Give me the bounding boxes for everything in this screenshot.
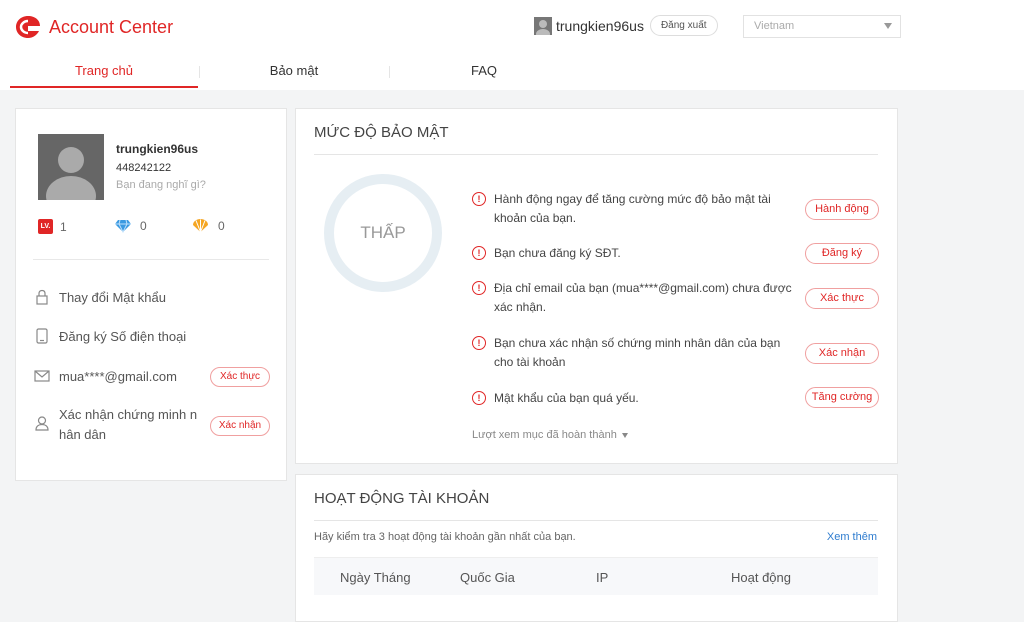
verify-email-action-button[interactable]: Xác thực [805, 288, 879, 309]
tab-trang-chu[interactable]: Trang chủ [10, 56, 198, 88]
activity-panel: HOẠT ĐỘNG TÀI KHOẢN Hãy kiểm tra 3 hoạt … [295, 474, 898, 622]
tab-faq[interactable]: FAQ [390, 56, 578, 88]
menu-register-phone-label: Đăng ký Số điện thoại [59, 328, 187, 344]
menu-change-password[interactable]: Thay đổi Mật khẩu [34, 289, 166, 305]
show-completed-toggle[interactable]: Lượt xem mục đã hoàn thành [472, 429, 628, 441]
security-item-text: Bạn chưa xác nhận số chứng minh nhân dân… [494, 336, 781, 369]
caret-down-icon [621, 432, 628, 438]
id-card-icon [35, 416, 49, 431]
phone-icon [36, 328, 48, 344]
column-header-date: Ngày Tháng [340, 570, 411, 585]
diamond-icon [115, 219, 131, 233]
security-item: ! Mật khẩu của bạn quá yếu. [472, 389, 794, 408]
activity-description: Hãy kiểm tra 3 hoạt động tài khoản gần n… [314, 531, 576, 543]
lock-icon [36, 289, 48, 305]
mail-icon [34, 370, 50, 382]
menu-change-password-label: Thay đổi Mật khẩu [59, 289, 166, 305]
tab-bao-mat[interactable]: Bảo mật [200, 56, 388, 88]
activity-divider [314, 520, 878, 521]
see-more-link[interactable]: Xem thêm [827, 531, 877, 543]
column-header-country: Quốc Gia [460, 570, 515, 585]
menu-register-phone[interactable]: Đăng ký Số điện thoại [34, 328, 186, 344]
user-avatar-small[interactable] [534, 16, 552, 35]
security-level-label: THẤP [360, 223, 406, 242]
security-divider [314, 154, 878, 155]
strengthen-password-button[interactable]: Tăng cường [805, 387, 879, 408]
activity-title: HOẠT ĐỘNG TÀI KHOẢN [314, 490, 490, 507]
column-header-activity: Hoạt động [731, 570, 791, 585]
profile-id: 448242122 [116, 162, 172, 174]
security-item-text: Hành động ngay để tăng cường mức độ bảo … [494, 192, 771, 225]
shell-icon [193, 219, 208, 233]
activity-table-header: Ngày Tháng Quốc Gia IP Hoạt động [314, 557, 878, 595]
country-select-value: Vietnam [754, 20, 795, 32]
security-panel: MỨC ĐỘ BẢO MẬT THẤP ! Hành động ngay để … [295, 108, 898, 464]
menu-email-label: mua****@gmail.com [59, 368, 177, 384]
stat-level-value: 1 [60, 219, 67, 234]
security-item-text: Địa chỉ email của bạn (mua****@gmail.com… [494, 281, 792, 314]
column-header-ip: IP [596, 570, 609, 585]
verify-id-action-button[interactable]: Xác nhận [805, 343, 879, 364]
chevron-down-icon [884, 23, 892, 29]
register-phone-button[interactable]: Đăng ký [805, 243, 879, 264]
show-completed-label: Lượt xem mục đã hoàn thành [472, 429, 617, 441]
stat-diamond-value: 0 [140, 219, 147, 233]
brand-title[interactable]: Account Center [49, 17, 173, 38]
warning-icon: ! [472, 246, 486, 260]
action-now-button[interactable]: Hành động [805, 199, 879, 220]
header-username[interactable]: trungkien96us [556, 18, 644, 34]
profile-status-input[interactable]: Bạn đang nghĩ gì? [116, 179, 206, 191]
security-item-text: Mật khẩu của bạn quá yếu. [494, 391, 639, 405]
verify-email-button[interactable]: Xác thực [210, 367, 270, 387]
country-select[interactable]: Vietnam [743, 15, 901, 38]
profile-card: trungkien96us 448242122 Bạn đang nghĩ gì… [15, 108, 287, 481]
security-item-text: Bạn chưa đăng ký SĐT. [494, 246, 621, 260]
profile-divider [33, 259, 269, 260]
warning-icon: ! [472, 281, 486, 295]
garena-logo-icon[interactable] [14, 14, 42, 40]
top-header: Account Center trungkien96us Đăng xuất V… [0, 0, 1024, 90]
security-title: MỨC ĐỘ BẢO MẬT [314, 124, 449, 141]
stat-shell: 0 [192, 219, 225, 233]
menu-id-verify-label: Xác nhận chứng minh n hân dân [59, 407, 198, 442]
warning-icon: ! [472, 336, 486, 350]
profile-name: trungkien96us [116, 142, 199, 156]
verify-id-button[interactable]: Xác nhận [210, 416, 270, 436]
stat-diamond: 0 [115, 219, 147, 233]
main-nav: Trang chủ Bảo mật FAQ [10, 56, 904, 88]
security-item: ! Bạn chưa xác nhận số chứng minh nhân d… [472, 334, 794, 372]
user-area: trungkien96us Đăng xuất [534, 15, 718, 36]
stat-shell-value: 0 [218, 219, 225, 233]
security-item: ! Bạn chưa đăng ký SĐT. [472, 244, 794, 263]
level-icon: LV. [38, 219, 53, 234]
warning-icon: ! [472, 391, 486, 405]
warning-icon: ! [472, 192, 486, 206]
security-item: ! Địa chỉ email của bạn (mua****@gmail.c… [472, 279, 794, 317]
menu-email: mua****@gmail.com [34, 368, 177, 384]
menu-id-verify: Xác nhận chứng minh n hân dân [34, 405, 204, 445]
logout-button[interactable]: Đăng xuất [649, 15, 718, 36]
stat-level: LV. 1 [38, 219, 67, 234]
security-item: ! Hành động ngay để tăng cường mức độ bả… [472, 190, 794, 228]
profile-avatar[interactable] [38, 134, 104, 200]
